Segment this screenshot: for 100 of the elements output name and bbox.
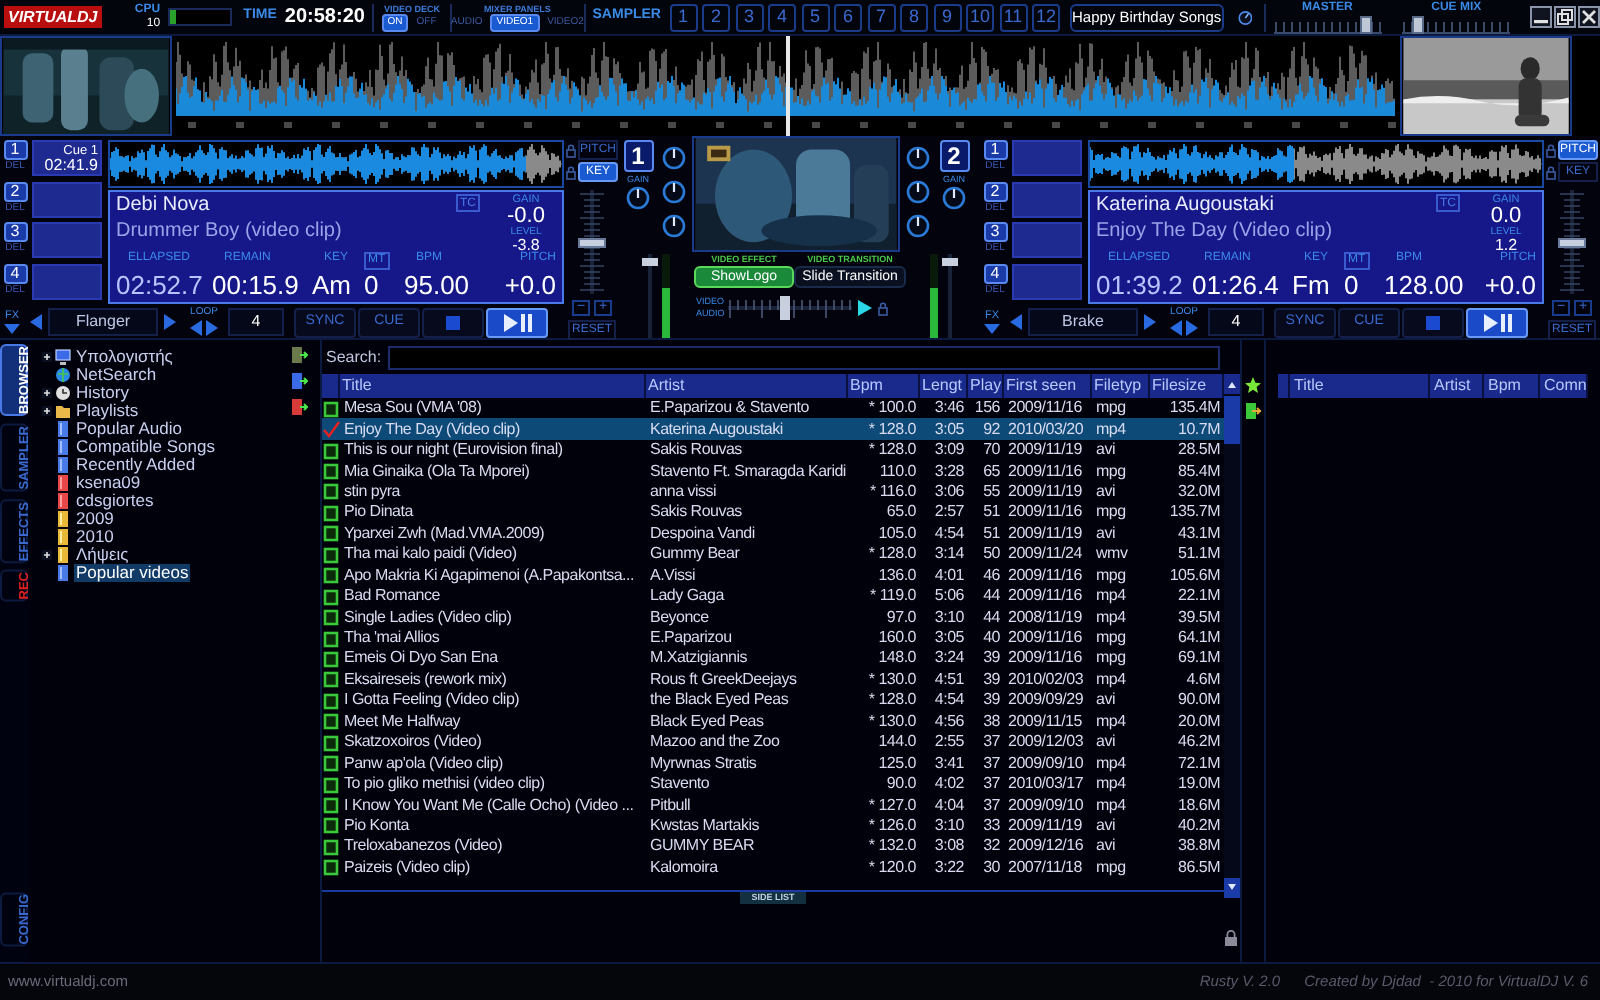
track-row[interactable]: Apo Makria Ki Agapimenoi (A.Papakontsa... A.Vissi 136.0 4:01 46 2009/11/16 mpg 105.6M (322, 565, 1224, 586)
sampler-pad[interactable]: 12 (1032, 3, 1060, 31)
gain-knob[interactable] (626, 186, 650, 210)
track-row[interactable]: Yparxei Zwh (Mad.VMA.2009) Despoina Vandi 105.0 4:54 51 2009/11/19 avi 43.1M (322, 523, 1224, 545)
tree-item[interactable]: Recently Added (74, 456, 198, 474)
sampler-pad[interactable]: 9 (933, 3, 961, 31)
cue-number-button[interactable]: 2 (3, 181, 27, 201)
track-row[interactable]: stin pyra anna vissi * 116.0 3:06 55 2009/11/19 avi 32.0M (322, 481, 1224, 503)
sampler-pad[interactable]: 4 (768, 3, 796, 31)
play-pause-button[interactable] (1466, 307, 1528, 337)
loop-shorter-button[interactable] (188, 318, 204, 338)
track-row[interactable]: Eksaireseis (rework mix) Rous ft GreekDeejays * 130.0 4:51 39 2010/02/03 mp4 4.6M (322, 669, 1224, 691)
tree-item[interactable]: NetSearch (74, 366, 159, 384)
track-row[interactable]: Bad Romance Lady Gaga * 119.0 5:06 44 2009/11/16 mp4 22.1M (322, 585, 1224, 607)
crossfader-thumb[interactable] (779, 296, 790, 320)
sampler-pad[interactable]: 11 (999, 3, 1027, 31)
column-header[interactable]: Artist (646, 374, 848, 398)
column-header[interactable]: Comn (1540, 374, 1588, 398)
play-pause-button[interactable] (486, 307, 548, 337)
eq-knob[interactable] (662, 214, 686, 238)
column-header[interactable]: Bpm (1484, 374, 1540, 398)
cue-number-button[interactable]: 2 (983, 181, 1007, 201)
column-header[interactable]: Filesize (1150, 374, 1224, 398)
track-row[interactable]: Tha mai kalo paidi (Video) Gummy Bear * 128.0 3:14 50 2009/11/24 wmv 51.1M (322, 544, 1224, 565)
cue-number-button[interactable]: 1 (983, 140, 1007, 160)
track-row[interactable]: Meet Me Halfway Black Eyed Peas * 130.0 4:56 38 2009/11/15 mp4 20.0M (322, 711, 1224, 732)
knob-icon[interactable] (1237, 5, 1253, 29)
track-row[interactable]: Panw ap'ola (Video clip) Myrwnas Stratis 125.0 3:41 37 2009/09/10 mp4 72.1M (322, 752, 1224, 774)
tree-item[interactable]: 2010 (74, 528, 116, 546)
tree-item[interactable]: Compatible Songs (74, 438, 217, 456)
cue-number-button[interactable]: 4 (983, 263, 1007, 283)
column-header[interactable]: Play (968, 374, 1004, 398)
cue-number-button[interactable]: 3 (983, 222, 1007, 242)
track-row[interactable]: Enjoy The Day (Video clip) Katerina Augoustaki * 128.0 3:05 92 2010/03/20 mp4 10.7M (322, 418, 1224, 440)
expand-icon[interactable] (42, 406, 52, 416)
sampler-pad[interactable]: 10 (966, 3, 994, 31)
cue-mix-slider-thumb[interactable] (1411, 15, 1424, 33)
eq-knob[interactable] (906, 214, 930, 238)
track-row[interactable]: This is our night (Eurovision final) Sakis Rouvas * 128.0 3:09 70 2009/11/19 avi 28.5M (322, 439, 1224, 461)
column-header[interactable]: Lengt (920, 374, 968, 398)
pitch-slider[interactable] (1558, 190, 1586, 294)
volume-fader-thumb[interactable] (942, 257, 958, 266)
tree-item[interactable]: Playlists (74, 402, 141, 420)
pitch-slider-thumb[interactable] (578, 237, 606, 247)
sampler-pad[interactable]: 8 (900, 3, 928, 31)
track-row[interactable]: Pio Konta Kwstas Martakis * 126.0 3:10 33 2009/11/19 avi 40.2M (322, 815, 1224, 837)
door-icon[interactable] (290, 372, 308, 390)
lock-icon[interactable] (1224, 930, 1238, 946)
column-header[interactable]: Title (1290, 374, 1430, 398)
dropdown-arrow-icon[interactable] (2, 321, 22, 335)
column-header[interactable]: Filetyp (1092, 374, 1150, 398)
next-effect-button[interactable] (1140, 312, 1160, 332)
eq-knob[interactable] (662, 180, 686, 204)
track-row[interactable]: Treloxabanezos (Video) GUMMY BEAR * 132.0 3:08 32 2009/12/16 avi 38.8M (322, 836, 1224, 858)
tree-item[interactable]: 2009 (74, 510, 116, 528)
track-row[interactable]: To pio gliko methisi (video clip) Stavento 90.0 4:02 37 2010/03/17 mp4 19.0M (322, 773, 1224, 795)
track-row[interactable]: I Know You Want Me (Calle Ocho) (Video ... Pitbull * 127.0 4:04 37 2009/09/10 mp4 18.6M (322, 794, 1224, 816)
star-icon[interactable] (1244, 376, 1262, 394)
previous-effect-button[interactable] (26, 312, 46, 332)
volume-fader-thumb[interactable] (642, 257, 658, 266)
track-row[interactable]: I Gotta Feeling (Video clip) the Black Eyed Peas * 128.0 4:54 39 2009/09/29 avi 90.0M (322, 690, 1224, 712)
track-waveform[interactable] (108, 140, 564, 188)
column-header[interactable]: Title (340, 374, 646, 398)
column-header[interactable]: First seen (1004, 374, 1092, 398)
door-icon[interactable] (1244, 402, 1262, 420)
tree-item[interactable]: ksena09 (74, 474, 143, 492)
sampler-pad[interactable]: 6 (834, 3, 862, 31)
restore-button[interactable] (1553, 6, 1576, 28)
track-row[interactable]: Emeis Oi Dyo San Ena M.Xatzigiannis 148.0 3:24 39 2009/11/16 mpg 69.1M (322, 648, 1224, 670)
dropdown-arrow-icon[interactable] (982, 321, 1002, 335)
track-row[interactable]: Single Ladies (Video clip) Beyonce 97.0 3:10 44 2008/11/19 mp4 39.5M (322, 606, 1224, 628)
search-field[interactable] (387, 345, 1220, 369)
minimize-button[interactable] (1529, 6, 1552, 28)
loop-longer-button[interactable] (1184, 318, 1200, 338)
volume-fader[interactable] (642, 254, 658, 338)
tree-item[interactable]: Λήψεις (74, 546, 131, 564)
cue-number-button[interactable]: 3 (3, 222, 27, 242)
master-slider-thumb[interactable] (1359, 15, 1372, 33)
expand-icon[interactable] (42, 388, 52, 398)
pitch-slider-thumb[interactable] (1558, 237, 1586, 247)
sampler-pad[interactable]: 2 (702, 3, 730, 31)
cue-number-button[interactable]: 1 (3, 140, 27, 160)
master-slider[interactable] (1273, 15, 1382, 33)
track-row[interactable]: Paizeis (Video clip) Kalomoira * 120.0 3:22 30 2007/11/18 mpg 86.5M (322, 857, 1224, 879)
tree-item[interactable]: Υπολογιστής (74, 348, 175, 366)
scrollbar[interactable] (1224, 374, 1240, 898)
sampler-pad[interactable]: 1 (669, 3, 697, 31)
expand-icon[interactable] (42, 352, 52, 362)
cue-mix-slider[interactable] (1402, 15, 1511, 33)
tree-item[interactable]: cdsgiortes (74, 492, 156, 510)
expand-icon[interactable] (42, 550, 52, 560)
tree-item[interactable]: Popular videos (74, 564, 191, 582)
column-header[interactable]: Bpm (848, 374, 920, 398)
loop-longer-button[interactable] (204, 318, 220, 338)
loop-shorter-button[interactable] (1168, 318, 1184, 338)
track-row[interactable]: Mia Ginaika (Ola Ta Mporei) Stavento Ft. Smaragda Karidi 110.0 3:28 65 2009/11/16 mpg 85.4M (322, 460, 1224, 482)
door-icon[interactable] (290, 346, 308, 364)
play-icon[interactable] (856, 298, 875, 318)
track-row[interactable]: Tha 'mai Allios E.Paparizou 160.0 3:05 40 2009/11/16 mpg 64.1M (322, 627, 1224, 649)
track-waveform[interactable] (1088, 140, 1544, 188)
